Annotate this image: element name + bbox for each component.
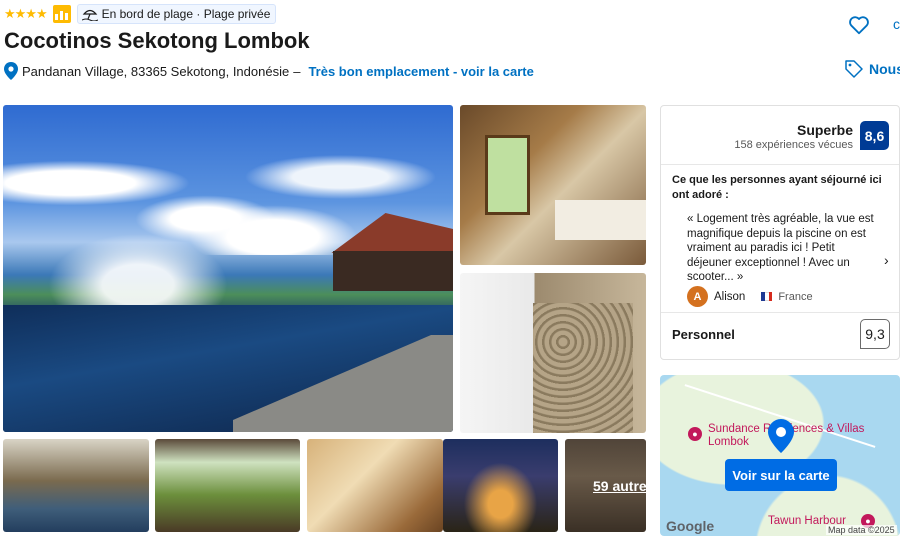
- hotel-poi-icon: ●: [688, 427, 702, 441]
- photo-building: [333, 251, 453, 291]
- map-preview[interactable]: ● Sundance Residences & Villas Lombok ● …: [660, 375, 900, 536]
- review-count: 158 expériences vécues: [734, 139, 853, 151]
- photo-pebble-wall: [533, 303, 633, 433]
- price-match-label: Nous: [869, 61, 900, 77]
- avatar: A: [687, 286, 708, 307]
- price-tag-icon: [845, 60, 863, 78]
- google-logo: Google: [666, 518, 715, 534]
- photo-thumbnail-3[interactable]: [307, 439, 443, 532]
- france-flag-icon: [761, 292, 773, 301]
- map-pin-icon: [4, 62, 18, 80]
- main-photo[interactable]: [3, 105, 453, 432]
- share-button[interactable]: c: [893, 16, 900, 32]
- map-land: [660, 375, 900, 536]
- staff-rating-label: Personnel: [672, 327, 735, 342]
- view-map-button[interactable]: Voir sur la carte: [725, 459, 837, 491]
- review-score-badge: 8,6: [860, 121, 889, 150]
- photo-thumbnail-2[interactable]: [155, 439, 300, 532]
- divider: [661, 164, 899, 165]
- photo-bed: [555, 200, 646, 240]
- photo-bedroom[interactable]: [460, 105, 646, 265]
- author-name: Alison: [714, 290, 746, 303]
- staff-rating-score: 9,3: [860, 319, 890, 349]
- divider: [661, 312, 899, 313]
- more-photos-link[interactable]: 59 autres: [565, 439, 646, 532]
- review-quote: « Logement très agréable, la vue est mag…: [687, 213, 874, 283]
- beach-tag[interactable]: En bord de plage · Plage privée: [76, 4, 277, 24]
- author-country: France: [778, 290, 813, 303]
- page-title: Cocotinos Sekotong Lombok: [4, 28, 310, 53]
- star-rating: ★★★★: [4, 6, 48, 21]
- heart-icon[interactable]: [848, 14, 870, 36]
- review-card: Superbe 158 expériences vécues 8,6 Ce qu…: [660, 105, 900, 360]
- photo-shower[interactable]: [460, 273, 646, 433]
- review-score-label: Superbe: [796, 122, 853, 138]
- address-text: Pandanan Village, 83365 Sekotong, Indoné…: [22, 63, 290, 79]
- beach-tag-label: En bord de plage · Plage privée: [101, 7, 271, 21]
- guests-liked-heading: Ce que les personnes ayant séjourné ici …: [672, 174, 882, 201]
- address-row: Pandanan Village, 83365 Sekotong, Indoné…: [4, 62, 534, 80]
- price-match-link[interactable]: Nous: [845, 60, 900, 78]
- map-attribution: Map data ©2025: [826, 525, 897, 535]
- beach-umbrella-icon: [81, 9, 98, 21]
- address-separator: –: [293, 63, 301, 79]
- preferred-badge-icon[interactable]: [52, 5, 71, 23]
- map-pin-icon: [768, 419, 794, 453]
- location-map-link[interactable]: Très bon emplacement - voir la carte: [308, 64, 533, 79]
- review-score-header[interactable]: Superbe 158 expériences vécues 8,6: [659, 116, 899, 166]
- photo-thumbnail-1[interactable]: [3, 439, 149, 532]
- next-review-button[interactable]: ›: [884, 252, 889, 268]
- photo-window: [485, 135, 530, 215]
- photo-thumbnail-4[interactable]: [443, 439, 558, 532]
- property-badges-row: ★★★★ En bord de plage · Plage privée: [4, 4, 277, 24]
- review-author: A Alison France: [687, 286, 813, 307]
